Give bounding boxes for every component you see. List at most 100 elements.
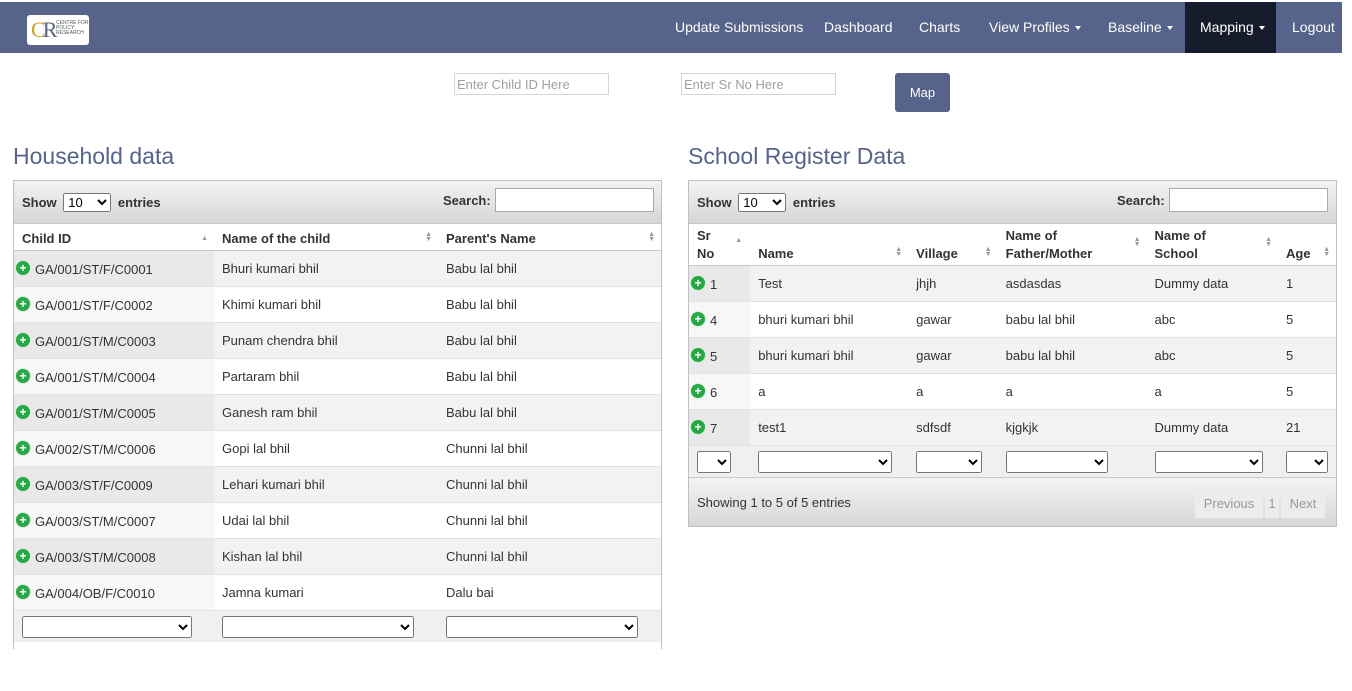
column-filter-select[interactable] xyxy=(1005,450,1108,473)
table-cell: Babu lal bhil xyxy=(438,394,661,431)
household-search-input[interactable] xyxy=(495,188,654,212)
table-row[interactable]: + GA/001/ST/M/C0004 Partaram bhil Babu lal … xyxy=(14,358,661,395)
expand-row-icon[interactable]: + xyxy=(691,383,705,398)
pagination-next[interactable]: Next xyxy=(1281,490,1325,518)
filter-child-id[interactable] xyxy=(22,615,192,638)
expand-row-icon[interactable]: + xyxy=(691,419,705,434)
nav-charts[interactable]: Charts xyxy=(904,2,975,53)
nav-baseline[interactable]: Baseline xyxy=(1093,2,1188,53)
cell-text: Dummy data xyxy=(1154,276,1229,291)
col-header[interactable]: Age ▲ ▼ xyxy=(1278,224,1336,266)
top-navbar: CR CENTRE FOR POLICY RESEARCH Update Submi… xyxy=(0,2,1342,53)
col-header[interactable]: Name of Father/Mother ▲ ▼ xyxy=(997,224,1147,266)
expand-row-icon[interactable]: + xyxy=(16,368,30,383)
table-row[interactable]: +4 bhuri kumari bhil gawar babu lal bhil abc… xyxy=(689,301,1336,338)
column-filter-select[interactable] xyxy=(916,450,983,473)
expand-row-icon[interactable]: + xyxy=(16,260,30,275)
table-row[interactable]: + GA/003/ST/M/C0007 Udai lal bhil Chunni la… xyxy=(14,502,661,539)
col-header[interactable]: Name ▲ ▼ xyxy=(750,224,909,266)
col-label-line2: School xyxy=(1154,246,1198,261)
school-table-controls: Show 10 entries Search: xyxy=(689,181,1336,224)
col-label-line2: Father/Mother xyxy=(1005,246,1093,261)
cell-text: GA/002/ST/M/C0006 xyxy=(35,441,156,457)
nav-label: Mapping xyxy=(1200,19,1254,35)
col-header[interactable]: Sr No ▲ xyxy=(689,224,751,266)
table-cell: +5 xyxy=(689,337,751,374)
nav-dashboard[interactable]: Dashboard xyxy=(809,2,908,53)
table-row[interactable]: + GA/004/OB/F/C0010 Jamna kumari Dalu bai xyxy=(14,574,661,611)
expand-row-icon[interactable]: + xyxy=(16,584,30,599)
table-row[interactable]: +6 a a a a 5 xyxy=(689,373,1336,410)
nav-view-profiles[interactable]: View Profiles xyxy=(974,2,1096,53)
table-row[interactable]: + GA/001/ST/M/C0005 Ganesh ram bhil Babu la… xyxy=(14,394,661,431)
col-header[interactable]: Village ▲ ▼ xyxy=(908,224,998,266)
school-search-input[interactable] xyxy=(1169,188,1328,212)
expand-row-icon[interactable]: + xyxy=(16,296,30,311)
col-label-line2: No xyxy=(697,246,715,261)
table-row[interactable]: + GA/002/ST/M/C0006 Gopi lal bhil Chunni la… xyxy=(14,430,661,467)
cell-text: Jamna kumari xyxy=(222,585,304,600)
table-row[interactable]: +7 test1 sdfsdf kjgkjk Dummy data 21 xyxy=(689,409,1336,446)
nav-label: Baseline xyxy=(1108,19,1162,35)
cell-text: Punam chendra bhil xyxy=(222,333,338,348)
child-id-input[interactable] xyxy=(454,73,609,95)
entries-select[interactable]: 10 xyxy=(63,193,112,212)
cell-text: Babu lal bhil xyxy=(446,405,517,420)
table-cell: a xyxy=(997,373,1147,410)
entries-select[interactable]: 10 xyxy=(738,193,787,212)
column-filter-select[interactable] xyxy=(1286,450,1328,473)
expand-row-icon[interactable]: + xyxy=(691,347,705,362)
table-cell: abc xyxy=(1146,337,1278,374)
filter-child-name[interactable] xyxy=(222,615,414,638)
filter-cell xyxy=(1278,445,1336,477)
table-row[interactable]: + GA/003/ST/M/C0008 Kishan lal bhil Chunni … xyxy=(14,538,661,575)
table-row[interactable]: + GA/001/ST/F/C0001 Bhuri kumari bhil Babu … xyxy=(14,250,661,287)
expand-row-icon[interactable]: + xyxy=(691,311,705,326)
sort-both-icon: ▲ ▼ xyxy=(984,246,992,258)
col-label-line1: Name of xyxy=(1005,228,1057,243)
table-cell: Kishan lal bhil xyxy=(214,538,438,575)
column-filter-select[interactable] xyxy=(697,450,731,473)
expand-row-icon[interactable]: + xyxy=(16,512,30,527)
table-row[interactable]: +1 Test jhjh asdasdas Dummy data 1 xyxy=(689,265,1336,302)
pagination-page[interactable]: 1 xyxy=(1265,490,1279,518)
table-cell: Babu lal bhil xyxy=(438,358,661,395)
expand-row-icon[interactable]: + xyxy=(16,440,30,455)
table-row[interactable]: +5 bhuri kumari bhil gawar babu lal bhil abc… xyxy=(689,337,1336,374)
table-row[interactable]: + GA/003/ST/F/C0009 Lehari kumari bhil Chun… xyxy=(14,466,661,503)
expand-row-icon[interactable]: + xyxy=(691,275,705,290)
col-parent-name[interactable]: Parent's Name ▲ ▼ xyxy=(438,224,661,251)
table-row[interactable]: + GA/001/ST/F/C0002 Khimi kumari bhil Babu … xyxy=(14,286,661,323)
column-filter-select[interactable] xyxy=(758,450,893,473)
cell-text: GA/001/ST/M/C0004 xyxy=(35,369,156,385)
cell-text: GA/001/ST/F/C0002 xyxy=(35,297,153,313)
table-cell: Gopi lal bhil xyxy=(214,430,438,467)
nav-update-submissions[interactable]: Update Submissions xyxy=(660,2,818,53)
expand-row-icon[interactable]: + xyxy=(16,404,30,419)
col-header[interactable]: Name of School ▲ ▼ xyxy=(1146,224,1278,266)
pagination-previous[interactable]: Previous xyxy=(1195,490,1263,518)
cpr-logo[interactable]: CR CENTRE FOR POLICY RESEARCH xyxy=(27,15,89,45)
nav-label: Charts xyxy=(919,19,961,35)
nav-label: Dashboard xyxy=(824,19,893,35)
table-cell: 5 xyxy=(1278,337,1336,374)
map-button[interactable]: Map xyxy=(895,73,950,112)
sr-no-input[interactable] xyxy=(681,73,836,95)
nav-mapping[interactable]: Mapping xyxy=(1185,2,1276,53)
table-cell: a xyxy=(750,373,909,410)
col-child-id[interactable]: Child ID ▲ xyxy=(14,224,214,251)
cell-text: 7 xyxy=(710,420,718,436)
expand-row-icon[interactable]: + xyxy=(16,332,30,347)
nav-logout[interactable]: Logout xyxy=(1277,2,1350,53)
nav-label: View Profiles xyxy=(989,19,1070,35)
cell-text: jhjh xyxy=(916,276,937,291)
cell-text: 5 xyxy=(1286,384,1294,399)
col-child-name[interactable]: Name of the child ▲ ▼ xyxy=(214,224,438,251)
cell-text: 21 xyxy=(1286,420,1301,435)
expand-row-icon[interactable]: + xyxy=(16,548,30,563)
table-row[interactable]: + GA/001/ST/M/C0003 Punam chendra bhil Babu… xyxy=(14,322,661,359)
table-cell: +6 xyxy=(689,373,751,410)
filter-parent-name[interactable] xyxy=(446,615,638,638)
column-filter-select[interactable] xyxy=(1154,450,1263,473)
expand-row-icon[interactable]: + xyxy=(16,476,30,491)
